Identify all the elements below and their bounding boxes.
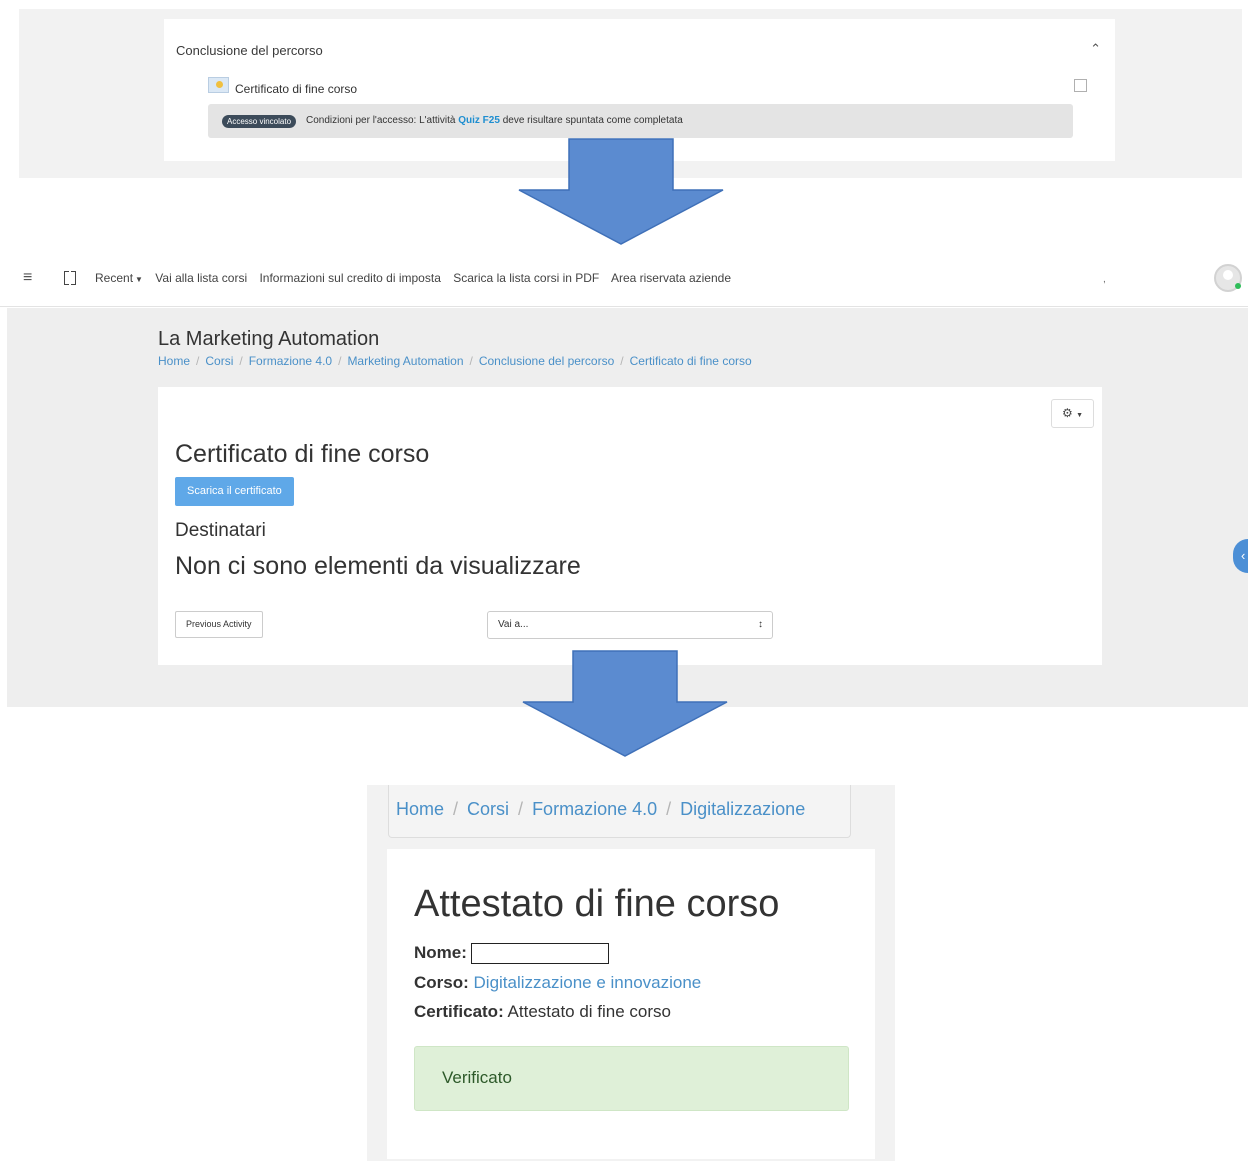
caret-down-icon: ▼ <box>135 275 143 284</box>
breadcrumb-item[interactable]: Corsi <box>205 354 233 368</box>
breadcrumb: Home / Corsi / Formazione 4.0 / Marketing Auto… <box>158 354 752 368</box>
activity-card: ⚙ ▼ Certificato di fine corso Scarica il… <box>158 387 1102 665</box>
hamburger-icon[interactable]: ≡ <box>23 269 32 287</box>
breadcrumb-item[interactable]: Certificato di fine corso <box>630 354 752 368</box>
empty-message: Non ci sono elementi da visualizzare <box>175 552 581 580</box>
certificate-icon <box>208 77 229 93</box>
course-row: Corso: Digitalizzazione e innovazione <box>414 973 701 993</box>
restricted-badge: Accesso vincolato <box>222 115 297 128</box>
page-title: Certificato di fine corso <box>175 440 430 468</box>
nav-link-tax-credit[interactable]: Informazioni sul credito di imposta <box>259 271 440 285</box>
nav-link-course-list[interactable]: Vai alla lista corsi <box>155 271 247 285</box>
course-label: Corso: <box>414 973 469 992</box>
breadcrumb-separator: / <box>196 354 200 368</box>
section-title[interactable]: Conclusione del percorso <box>176 43 323 58</box>
verified-alert: Verificato <box>414 1046 849 1111</box>
breadcrumb-separator: / <box>518 799 524 819</box>
breadcrumb-item[interactable]: Formazione 4.0 <box>249 354 332 368</box>
breadcrumb-item[interactable]: Home <box>158 354 190 368</box>
breadcrumb-separator: / <box>469 354 473 368</box>
gear-menu-button[interactable]: ⚙ ▼ <box>1051 399 1094 428</box>
nav-recent[interactable]: Recent ▼ <box>95 271 143 285</box>
quiz-link[interactable]: Quiz F25 <box>458 115 500 126</box>
jump-to-select-value: Vai a... <box>498 619 529 630</box>
completion-checkbox[interactable] <box>1074 79 1087 92</box>
nav-links: Recent ▼ Vai alla lista corsi Informazion… <box>95 271 740 285</box>
verified-status: Verificato <box>442 1068 512 1087</box>
fullscreen-icon[interactable] <box>64 271 76 285</box>
breadcrumb-item[interactable]: Corsi <box>467 799 509 819</box>
previous-activity-button[interactable]: Previous Activity <box>175 611 263 638</box>
course-heading: La Marketing Automation <box>158 328 380 350</box>
caret-down-icon: ▼ <box>1076 412 1084 419</box>
breadcrumb-item[interactable]: Formazione 4.0 <box>532 799 657 819</box>
nav-separator: , <box>1103 274 1106 285</box>
chevron-left-icon: ‹ <box>1241 548 1246 563</box>
breadcrumb-item[interactable]: Home <box>396 799 444 819</box>
nav-link-pdf-list[interactable]: Scarica la lista corsi in PDF <box>453 271 599 285</box>
verification-panel: Home / Corsi / Formazione 4.0 / Digitalizzazio… <box>367 785 895 1161</box>
verification-card: Attestato di fine corso Nome: Corso: Dig… <box>387 849 875 1159</box>
name-label: Nome: <box>414 943 467 962</box>
breadcrumb-item[interactable]: Digitalizzazione <box>680 799 805 819</box>
name-row: Nome: <box>414 943 609 965</box>
breadcrumb-separator: / <box>666 799 672 819</box>
breadcrumb-separator: / <box>453 799 459 819</box>
restriction-text-after: deve risultare spuntata come completata <box>502 115 683 126</box>
top-navbar: ≡ Recent ▼ Vai alla lista corsi Informazi… <box>0 259 1248 307</box>
online-status-dot <box>1235 283 1241 289</box>
down-arrow <box>518 138 724 245</box>
certificate-value: Attestato di fine corso <box>507 1002 672 1021</box>
certificate-activity-link[interactable]: Certificato di fine corso <box>235 82 357 96</box>
recipients-heading: Destinatari <box>175 520 266 541</box>
jump-to-select[interactable]: Vai a... ↕ <box>487 611 773 639</box>
certificate-row: Certificato: Attestato di fine corso <box>414 1002 671 1022</box>
course-link[interactable]: Digitalizzazione e innovazione <box>474 973 702 992</box>
nav-link-company-area[interactable]: Area riservata aziende <box>611 271 731 285</box>
chevron-up-icon[interactable]: ⌃ <box>1090 41 1101 57</box>
down-arrow <box>522 650 728 757</box>
access-restriction: Accesso vincolato Condizioni per l'acces… <box>208 104 1073 138</box>
select-caret-icon: ↕ <box>758 619 763 630</box>
breadcrumb-item[interactable]: Marketing Automation <box>347 354 463 368</box>
name-redacted-field <box>470 943 609 965</box>
restriction-text: Condizioni per l'accesso: L'attività Qui… <box>306 115 683 126</box>
gear-icon: ⚙ <box>1061 406 1073 420</box>
restriction-text-before: Condizioni per l'accesso: L'attività <box>306 115 456 126</box>
download-certificate-button[interactable]: Scarica il certificato <box>175 477 294 506</box>
activity-page-panel: La Marketing Automation Home / Corsi / Forma… <box>7 308 1248 707</box>
breadcrumb-separator: / <box>620 354 624 368</box>
certificate-label: Certificato: <box>414 1002 504 1021</box>
breadcrumb-box: Home / Corsi / Formazione 4.0 / Digitalizzazio… <box>388 785 851 838</box>
nav-recent-label: Recent <box>95 271 134 285</box>
breadcrumb: Home / Corsi / Formazione 4.0 / Digitalizzazio… <box>396 799 805 820</box>
page-title: Attestato di fine corso <box>414 883 780 925</box>
breadcrumb-separator: / <box>239 354 243 368</box>
breadcrumb-separator: / <box>338 354 342 368</box>
breadcrumb-item[interactable]: Conclusione del percorso <box>479 354 614 368</box>
